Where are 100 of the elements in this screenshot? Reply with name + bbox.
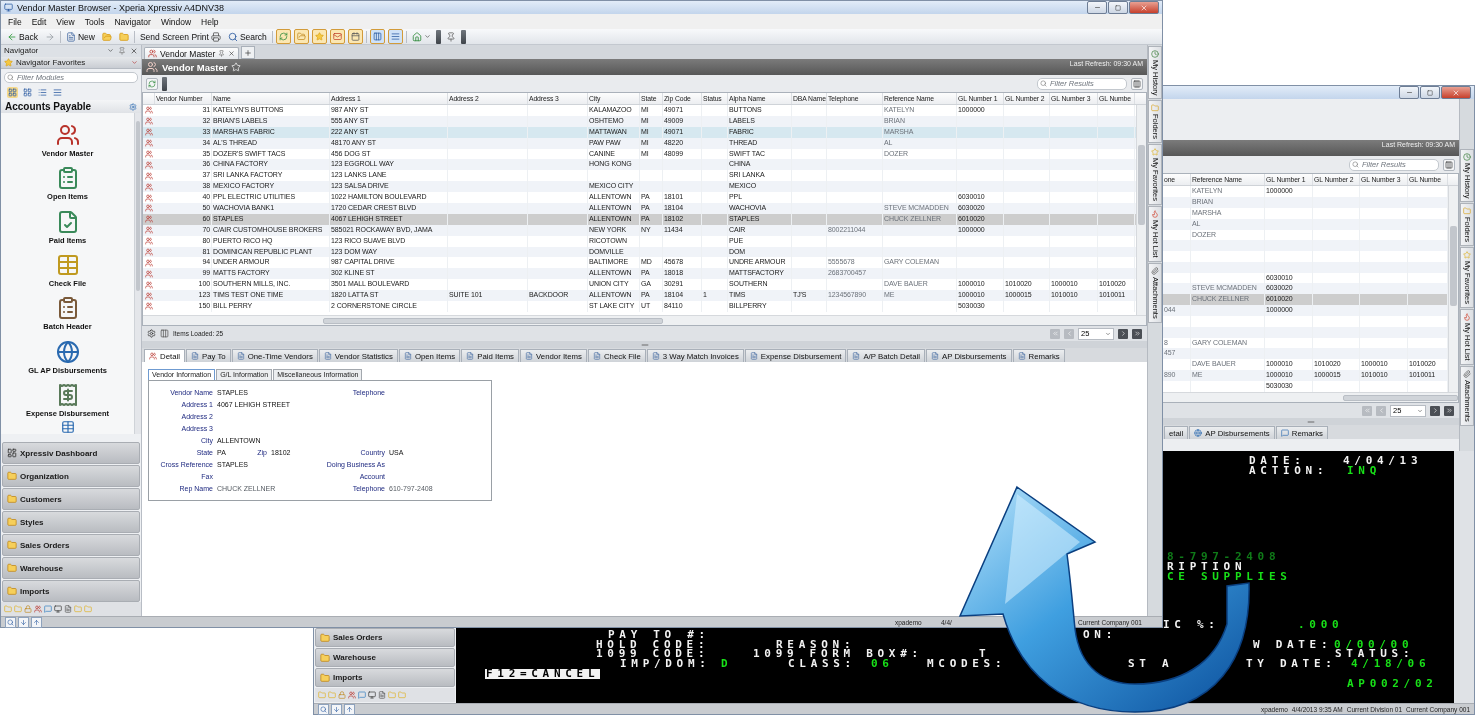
folder-icon[interactable] [398,691,406,699]
back-button[interactable]: Back [5,29,40,44]
close-icon[interactable] [130,46,138,55]
scrollbar[interactable] [1163,392,1458,402]
users-icon [145,160,153,169]
close-icon[interactable] [228,50,236,57]
columns-icon[interactable] [160,329,169,338]
last-page-button[interactable] [1444,405,1454,416]
last-page-button[interactable] [1132,328,1142,339]
first-page-button[interactable] [1362,405,1372,416]
navigator-group[interactable]: Styles [2,511,140,534]
first-page-icon [1363,407,1371,414]
calendar-button[interactable] [347,29,363,44]
up-button[interactable] [31,616,42,628]
chat-icon[interactable] [44,605,52,614]
navigator-group[interactable]: Organization [2,465,140,488]
view-button[interactable] [22,87,33,99]
minimize-button[interactable] [1399,86,1419,99]
users-icon[interactable] [34,605,42,614]
next-page-button[interactable] [1430,405,1440,416]
chat-icon[interactable] [358,691,366,699]
pin-icon[interactable] [218,50,226,57]
print-button[interactable]: Send Screen Print [137,29,223,44]
menu-item[interactable]: Edit [26,16,52,27]
navigator-group[interactable]: Imports [315,668,455,687]
folder-icon[interactable] [14,605,22,614]
users-icon [145,269,153,278]
folder-button[interactable] [293,29,309,44]
next-page-button[interactable] [1118,328,1128,339]
scrollbar[interactable] [1136,105,1146,315]
star-button[interactable] [311,29,327,44]
document-icon[interactable] [378,691,386,699]
monitor-icon[interactable] [368,691,376,699]
caret-icon[interactable] [107,47,114,55]
users-icon[interactable] [348,691,356,699]
scrollbar[interactable] [1448,186,1458,392]
lock-icon[interactable] [338,691,346,699]
lock-icon[interactable] [24,605,32,614]
layout-button[interactable] [387,29,403,44]
document-tab[interactable]: Vendor Master [144,47,240,59]
star-icon[interactable] [231,62,242,72]
new-button[interactable]: New [63,29,97,44]
layout-button[interactable] [369,29,385,44]
navigator-group[interactable]: Xpressiv Dashboard [2,442,140,465]
scrollbar[interactable] [143,315,1146,325]
folder-icon[interactable] [74,605,82,614]
menu-item[interactable]: Navigator [109,16,156,27]
close-button[interactable] [1441,86,1471,99]
previous-page-button[interactable] [1064,328,1074,339]
toolbar-grip[interactable] [162,76,167,91]
menu-item[interactable]: Help [196,16,224,27]
maximize-button[interactable] [1108,1,1128,14]
view-button[interactable] [37,87,48,99]
add-tab-button[interactable] [241,46,256,59]
up-button[interactable] [344,703,355,715]
view-button[interactable] [7,87,18,99]
folder-icon[interactable] [4,605,12,614]
chat-icon [1280,429,1289,437]
previous-page-button[interactable] [1376,405,1386,416]
search-button[interactable] [318,703,329,715]
gear-icon[interactable] [147,329,156,338]
down-button[interactable] [18,616,29,628]
function-key-label[interactable]: F12=CANCEL [485,669,601,679]
navigator-group[interactable]: Customers [2,488,140,511]
navigator-group[interactable]: Imports [2,580,140,603]
navigator-group[interactable]: Warehouse [2,557,140,580]
menu-item[interactable]: View [51,16,80,27]
section-header[interactable]: Accounts Payable [1,99,141,114]
view-button[interactable] [52,87,63,99]
search-button[interactable]: Search [225,29,269,44]
caret-icon [1417,407,1423,414]
folder-icon[interactable] [84,605,92,614]
maximize-button[interactable] [1420,86,1440,99]
close-button[interactable] [1129,1,1159,14]
minimize-button[interactable] [1087,1,1107,14]
scrollbar[interactable] [134,113,141,435]
menu-item[interactable]: File [3,16,27,27]
pin-icon[interactable] [118,46,126,55]
mail-button[interactable] [329,29,345,44]
toolbar-grip[interactable] [460,29,466,44]
columns-button[interactable] [1131,77,1143,90]
columns-button[interactable] [1443,158,1455,171]
first-page-button[interactable] [1050,328,1060,339]
navigator-group[interactable]: Sales Orders [2,534,140,557]
menu-item[interactable]: Tools [79,16,110,27]
monitor-icon[interactable] [54,605,62,614]
down-button[interactable] [331,703,342,715]
search-button[interactable] [5,616,16,628]
folder-icon[interactable] [388,691,396,699]
menu-item[interactable]: Window [155,16,197,27]
refresh-button[interactable] [275,29,291,44]
toolbar-grip[interactable] [435,29,441,44]
folder-icon[interactable] [328,691,336,699]
navigator-group[interactable]: Warehouse [315,648,455,667]
terminal-text: DATE: [1249,456,1306,466]
navigator-group[interactable]: Sales Orders [315,628,455,647]
folder-icon [320,672,330,683]
document-icon [466,352,475,360]
folder-icon[interactable] [318,691,326,699]
document-icon[interactable] [64,605,72,614]
